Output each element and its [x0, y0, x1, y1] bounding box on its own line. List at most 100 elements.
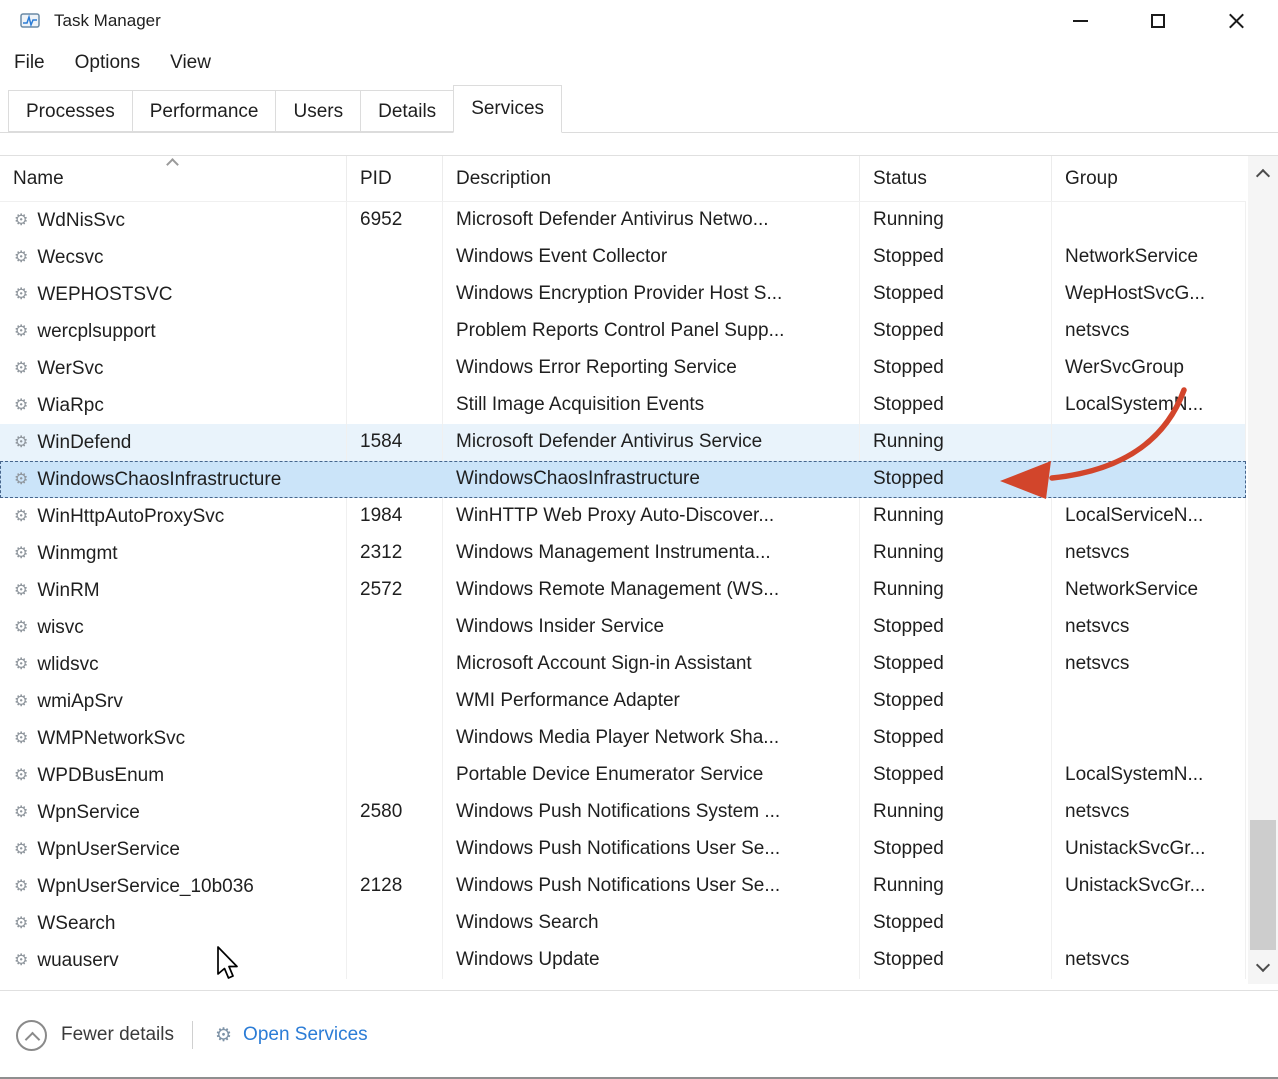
service-group: LocalSystemN... [1052, 757, 1246, 794]
service-name: wuauserv [37, 943, 118, 979]
table-row[interactable]: ⚙ WindowsChaosInfrastructure WindowsChao… [0, 461, 1246, 498]
scrollbar-thumb[interactable] [1250, 820, 1276, 950]
table-row[interactable]: ⚙ WpnUserService_10b036 2128 Windows Pus… [0, 868, 1246, 905]
service-description: Windows Encryption Provider Host S... [443, 276, 860, 313]
service-gear-icon: ⚙ [14, 509, 28, 525]
service-group: LocalServiceN... [1052, 498, 1246, 535]
service-gear-icon: ⚙ [14, 324, 28, 340]
service-table-body: ⚙ WdNisSvc 6952 Microsoft Defender Antiv… [0, 202, 1246, 979]
tab-users[interactable]: Users [275, 90, 361, 132]
service-description: Still Image Acquisition Events [443, 387, 860, 424]
service-gear-icon: ⚙ [14, 879, 28, 895]
service-pid: 2580 [347, 794, 443, 831]
service-gear-icon: ⚙ [14, 583, 28, 599]
close-button[interactable] [1220, 5, 1252, 37]
service-description: WinHTTP Web Proxy Auto-Discover... [443, 498, 860, 535]
footer-divider [192, 1021, 193, 1049]
service-gear-icon: ⚙ [14, 250, 28, 266]
service-group: UnistackSvcGr... [1052, 831, 1246, 868]
close-icon [1228, 13, 1245, 30]
table-row[interactable]: ⚙ wuauserv Windows Update Stopped netsvc… [0, 942, 1246, 979]
tab-strip: Processes Performance Users Details Serv… [0, 84, 1278, 133]
scroll-down-button[interactable] [1248, 952, 1278, 982]
tab-processes[interactable]: Processes [8, 90, 133, 132]
service-pid [347, 609, 443, 646]
service-gear-icon: ⚙ [14, 731, 28, 747]
table-row[interactable]: ⚙ Winmgmt 2312 Windows Management Instru… [0, 535, 1246, 572]
service-pid [347, 905, 443, 942]
service-description: WindowsChaosInfrastructure [443, 461, 860, 498]
service-gear-icon: ⚙ [14, 657, 28, 673]
service-name: Winmgmt [37, 536, 117, 572]
open-services-link[interactable]: ⚙ Open Services [215, 1024, 368, 1046]
column-header-description[interactable]: Description [443, 156, 860, 201]
vertical-scrollbar[interactable] [1248, 156, 1278, 984]
table-row[interactable]: ⚙ WEPHOSTSVC Windows Encryption Provider… [0, 276, 1246, 313]
table-row[interactable]: ⚙ WdNisSvc 6952 Microsoft Defender Antiv… [0, 202, 1246, 239]
menu-view[interactable]: View [155, 52, 226, 74]
open-services-label: Open Services [243, 1024, 368, 1046]
column-header-pid[interactable]: PID [347, 156, 443, 201]
service-group: NetworkService [1052, 572, 1246, 609]
maximize-icon [1151, 14, 1165, 28]
title-bar: Task Manager [0, 0, 1278, 42]
service-description: Problem Reports Control Panel Supp... [443, 313, 860, 350]
minimize-icon [1073, 20, 1088, 22]
service-status: Stopped [860, 942, 1052, 979]
table-row[interactable]: ⚙ WpnUserService Windows Push Notificati… [0, 831, 1246, 868]
table-row[interactable]: ⚙ WinHttpAutoProxySvc 1984 WinHTTP Web P… [0, 498, 1246, 535]
service-name: Wecsvc [37, 240, 103, 276]
menu-options[interactable]: Options [60, 52, 155, 74]
service-pid [347, 646, 443, 683]
service-description: Windows Error Reporting Service [443, 350, 860, 387]
service-name: WSearch [37, 906, 115, 942]
fewer-details-button[interactable]: Fewer details [16, 1020, 174, 1051]
table-header: Name PID Description Status Group [0, 156, 1246, 202]
table-row[interactable]: ⚙ WinDefend 1584 Microsoft Defender Anti… [0, 424, 1246, 461]
service-gear-icon: ⚙ [14, 287, 28, 303]
service-gear-icon: ⚙ [14, 546, 28, 562]
service-pid [347, 757, 443, 794]
table-row[interactable]: ⚙ wmiApSrv WMI Performance Adapter Stopp… [0, 683, 1246, 720]
service-status: Stopped [860, 720, 1052, 757]
service-name: wercplsupport [37, 314, 155, 350]
tab-performance[interactable]: Performance [132, 90, 277, 132]
service-description: Windows Insider Service [443, 609, 860, 646]
minimize-button[interactable] [1064, 5, 1096, 37]
maximize-button[interactable] [1142, 5, 1174, 37]
service-description: Windows Remote Management (WS... [443, 572, 860, 609]
tab-details[interactable]: Details [360, 90, 454, 132]
service-status: Stopped [860, 609, 1052, 646]
table-row[interactable]: ⚙ WPDBusEnum Portable Device Enumerator … [0, 757, 1246, 794]
service-group [1052, 424, 1246, 461]
table-row[interactable]: ⚙ WinRM 2572 Windows Remote Management (… [0, 572, 1246, 609]
table-row[interactable]: ⚙ WpnService 2580 Windows Push Notificat… [0, 794, 1246, 831]
table-row[interactable]: ⚙ wlidsvc Microsoft Account Sign-in Assi… [0, 646, 1246, 683]
service-name: wisvc [37, 610, 83, 646]
service-gear-icon: ⚙ [14, 472, 28, 488]
scroll-up-button[interactable] [1248, 158, 1278, 188]
table-row[interactable]: ⚙ WerSvc Windows Error Reporting Service… [0, 350, 1246, 387]
table-row[interactable]: ⚙ Wecsvc Windows Event Collector Stopped… [0, 239, 1246, 276]
table-row[interactable]: ⚙ WMPNetworkSvc Windows Media Player Net… [0, 720, 1246, 757]
service-pid: 6952 [347, 202, 443, 239]
service-pid: 1984 [347, 498, 443, 535]
service-status: Stopped [860, 683, 1052, 720]
service-group [1052, 202, 1246, 239]
column-header-group[interactable]: Group [1052, 156, 1246, 201]
menu-file[interactable]: File [14, 52, 60, 74]
table-row[interactable]: ⚙ wisvc Windows Insider Service Stopped … [0, 609, 1246, 646]
service-gear-icon: ⚙ [14, 916, 28, 932]
service-name: WindowsChaosInfrastructure [37, 462, 281, 498]
service-pid [347, 720, 443, 757]
table-row[interactable]: ⚙ WSearch Windows Search Stopped [0, 905, 1246, 942]
service-group: netsvcs [1052, 313, 1246, 350]
tab-services[interactable]: Services [453, 85, 562, 133]
service-name: WiaRpc [37, 388, 104, 424]
column-header-status[interactable]: Status [860, 156, 1052, 201]
service-description: Windows Update [443, 942, 860, 979]
menu-bar: File Options View [0, 42, 1278, 84]
table-row[interactable]: ⚙ wercplsupport Problem Reports Control … [0, 313, 1246, 350]
service-group: UnistackSvcGr... [1052, 868, 1246, 905]
table-row[interactable]: ⚙ WiaRpc Still Image Acquisition Events … [0, 387, 1246, 424]
